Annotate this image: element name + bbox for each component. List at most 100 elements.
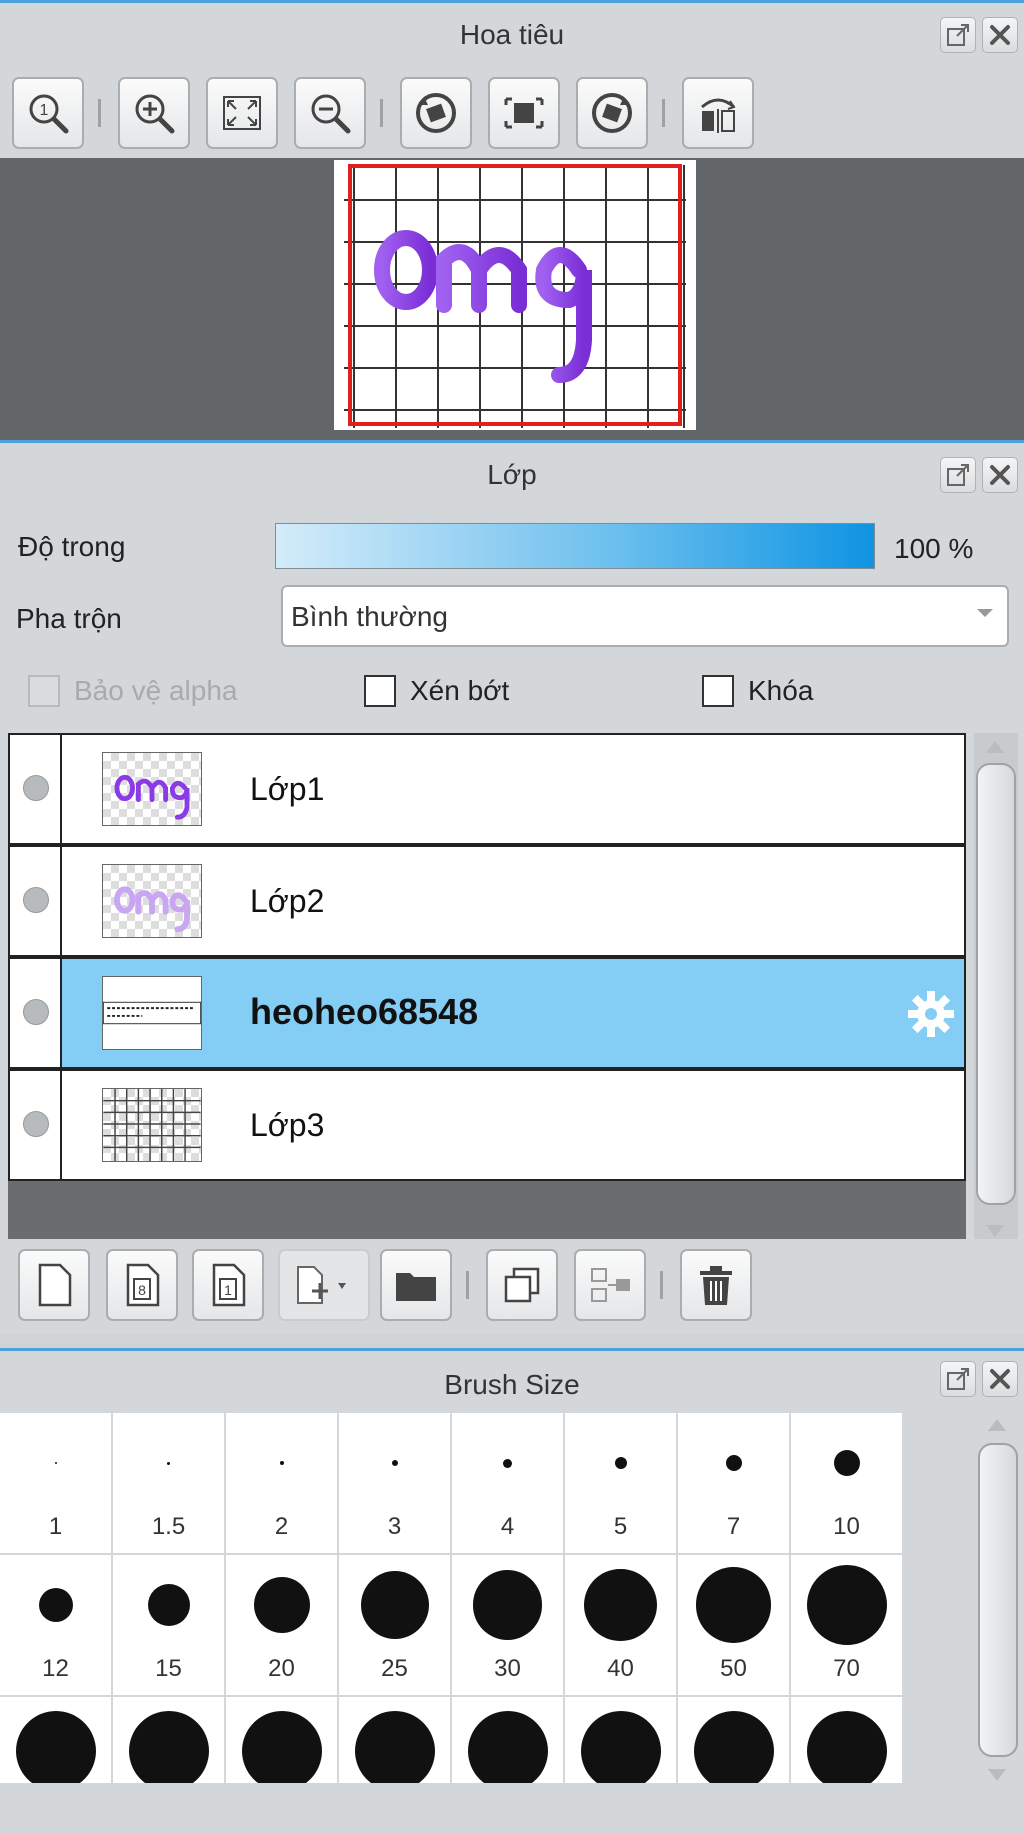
brush-size-cell[interactable]: 25 xyxy=(339,1555,450,1695)
brush-size-cell[interactable] xyxy=(0,1697,111,1791)
toolbar-separator xyxy=(98,99,101,127)
checkbox-box xyxy=(702,675,734,707)
layer-row[interactable]: Lớp2 xyxy=(8,845,966,957)
brush-size-cell[interactable]: 12 xyxy=(0,1555,111,1695)
brush-size-cell[interactable]: 15 xyxy=(113,1555,224,1695)
scrollbar-thumb[interactable] xyxy=(976,763,1016,1205)
scrollbar-thumb[interactable] xyxy=(978,1443,1018,1757)
brush-preview-dot xyxy=(695,1567,772,1643)
layer-row-selected[interactable]: heoheo68548 xyxy=(8,957,966,1069)
layer-row[interactable]: Lớp3 xyxy=(8,1069,966,1181)
visibility-toggle[interactable] xyxy=(10,735,62,843)
brush-size-label: 3 xyxy=(387,1513,402,1540)
brush-preview-dot xyxy=(360,1571,429,1639)
layer-name: heoheo68548 xyxy=(250,991,479,1032)
trash-icon xyxy=(700,1266,732,1305)
visibility-icon xyxy=(23,1111,49,1137)
brush-size-label: 25 xyxy=(381,1655,408,1682)
layer-panel: Lớp Độ trong 100 % Pha trộn Bình thường … xyxy=(0,440,1024,1335)
brush-grid-footer xyxy=(0,1783,1024,1834)
brush-size-cell[interactable]: 3 xyxy=(339,1413,450,1553)
close-icon xyxy=(990,465,1010,485)
new-folder-button[interactable] xyxy=(380,1249,452,1321)
zoom-in-icon xyxy=(135,94,175,134)
scroll-down-icon[interactable] xyxy=(988,1769,1006,1781)
layer-panel-title: Lớp xyxy=(487,459,537,490)
fit-window-button[interactable] xyxy=(206,77,278,149)
rotate-left-button[interactable] xyxy=(400,77,472,149)
close-button[interactable] xyxy=(982,17,1018,53)
flip-button[interactable] xyxy=(682,77,754,149)
brush-dot-wrapper xyxy=(565,1423,676,1503)
scroll-down-icon[interactable] xyxy=(986,1225,1004,1237)
popout-button[interactable] xyxy=(940,1361,976,1397)
brush-size-cell[interactable]: 1 xyxy=(0,1413,111,1553)
brush-scrollbar[interactable] xyxy=(976,1413,1020,1781)
visibility-toggle[interactable] xyxy=(10,1071,62,1179)
brush-size-cell[interactable] xyxy=(452,1697,563,1791)
fit-window-icon xyxy=(223,96,261,130)
popout-button[interactable] xyxy=(940,17,976,53)
blend-mode-select[interactable]: Bình thường xyxy=(281,585,1009,647)
brush-size-label: 4 xyxy=(500,1513,515,1540)
brush-preview-dot xyxy=(54,1462,57,1464)
close-button[interactable] xyxy=(982,457,1018,493)
visibility-toggle[interactable] xyxy=(10,959,62,1067)
navigator-preview-area[interactable] xyxy=(0,158,1024,442)
brush-size-cell[interactable]: 50 xyxy=(678,1555,789,1695)
layer-scrollbar[interactable] xyxy=(974,733,1018,1239)
new-8bit-layer-button[interactable]: 8 xyxy=(106,1249,178,1321)
reset-view-button[interactable] xyxy=(488,77,560,149)
brush-size-cell[interactable] xyxy=(113,1697,224,1791)
checkbox-box xyxy=(364,675,396,707)
layer-thumbnail xyxy=(102,864,202,938)
brush-size-cell[interactable]: 4 xyxy=(452,1413,563,1553)
layer-toolbar: 8 1 xyxy=(0,1243,1024,1327)
lock-checkbox[interactable]: Khóa xyxy=(702,675,813,707)
brush-size-cell[interactable]: 2 xyxy=(226,1413,337,1553)
scroll-up-icon[interactable] xyxy=(986,741,1004,753)
brush-size-cell[interactable] xyxy=(226,1697,337,1791)
zoom-actual-button[interactable]: 1 xyxy=(12,77,84,149)
popout-button[interactable] xyxy=(940,457,976,493)
brush-size-cell[interactable]: 7 xyxy=(678,1413,789,1553)
brush-dot-wrapper xyxy=(113,1423,224,1503)
brush-size-cell[interactable]: 70 xyxy=(791,1555,902,1695)
opacity-slider[interactable] xyxy=(275,523,875,569)
brush-size-cell[interactable]: 5 xyxy=(565,1413,676,1553)
brush-dot-wrapper xyxy=(791,1565,902,1645)
merge-down-button[interactable] xyxy=(574,1249,646,1321)
visibility-icon xyxy=(23,887,49,913)
gear-icon[interactable] xyxy=(906,989,956,1039)
close-button[interactable] xyxy=(982,1361,1018,1397)
add-layer-dropdown-button[interactable] xyxy=(278,1249,370,1321)
brush-dot-wrapper xyxy=(0,1423,111,1503)
brush-size-cell[interactable]: 30 xyxy=(452,1555,563,1695)
brush-size-cell[interactable]: 1.5 xyxy=(113,1413,224,1553)
new-layer-button[interactable] xyxy=(18,1249,90,1321)
zoom-in-button[interactable] xyxy=(118,77,190,149)
brush-size-cell[interactable] xyxy=(565,1697,676,1791)
clipping-checkbox[interactable]: Xén bớt xyxy=(364,675,509,707)
zoom-out-button[interactable] xyxy=(294,77,366,149)
brush-dot-wrapper xyxy=(565,1565,676,1645)
brush-size-cell[interactable] xyxy=(339,1697,450,1791)
brush-size-cell[interactable] xyxy=(678,1697,789,1791)
delete-layer-button[interactable] xyxy=(680,1249,752,1321)
brush-preview-dot xyxy=(472,1570,543,1640)
layer-row[interactable]: Lớp1 xyxy=(8,733,966,845)
brush-size-grid: 1 1.5 2 3 4 5 7 10 12 15 20 25 30 40 50 70 xyxy=(0,1413,904,1791)
new-1bit-layer-button[interactable]: 1 xyxy=(192,1249,264,1321)
toolbar-separator xyxy=(380,99,383,127)
protect-alpha-checkbox[interactable]: Bảo vệ alpha xyxy=(28,675,237,707)
brush-dot-wrapper xyxy=(678,1565,789,1645)
brush-size-cell[interactable] xyxy=(791,1697,902,1791)
brush-size-cell[interactable]: 10 xyxy=(791,1413,902,1553)
scroll-up-icon[interactable] xyxy=(988,1419,1006,1431)
brush-size-cell[interactable]: 20 xyxy=(226,1555,337,1695)
visibility-toggle[interactable] xyxy=(10,847,62,955)
duplicate-layer-button[interactable] xyxy=(486,1249,558,1321)
brush-size-cell[interactable]: 40 xyxy=(565,1555,676,1695)
rotate-right-button[interactable] xyxy=(576,77,648,149)
canvas-thumbnail xyxy=(334,160,696,430)
